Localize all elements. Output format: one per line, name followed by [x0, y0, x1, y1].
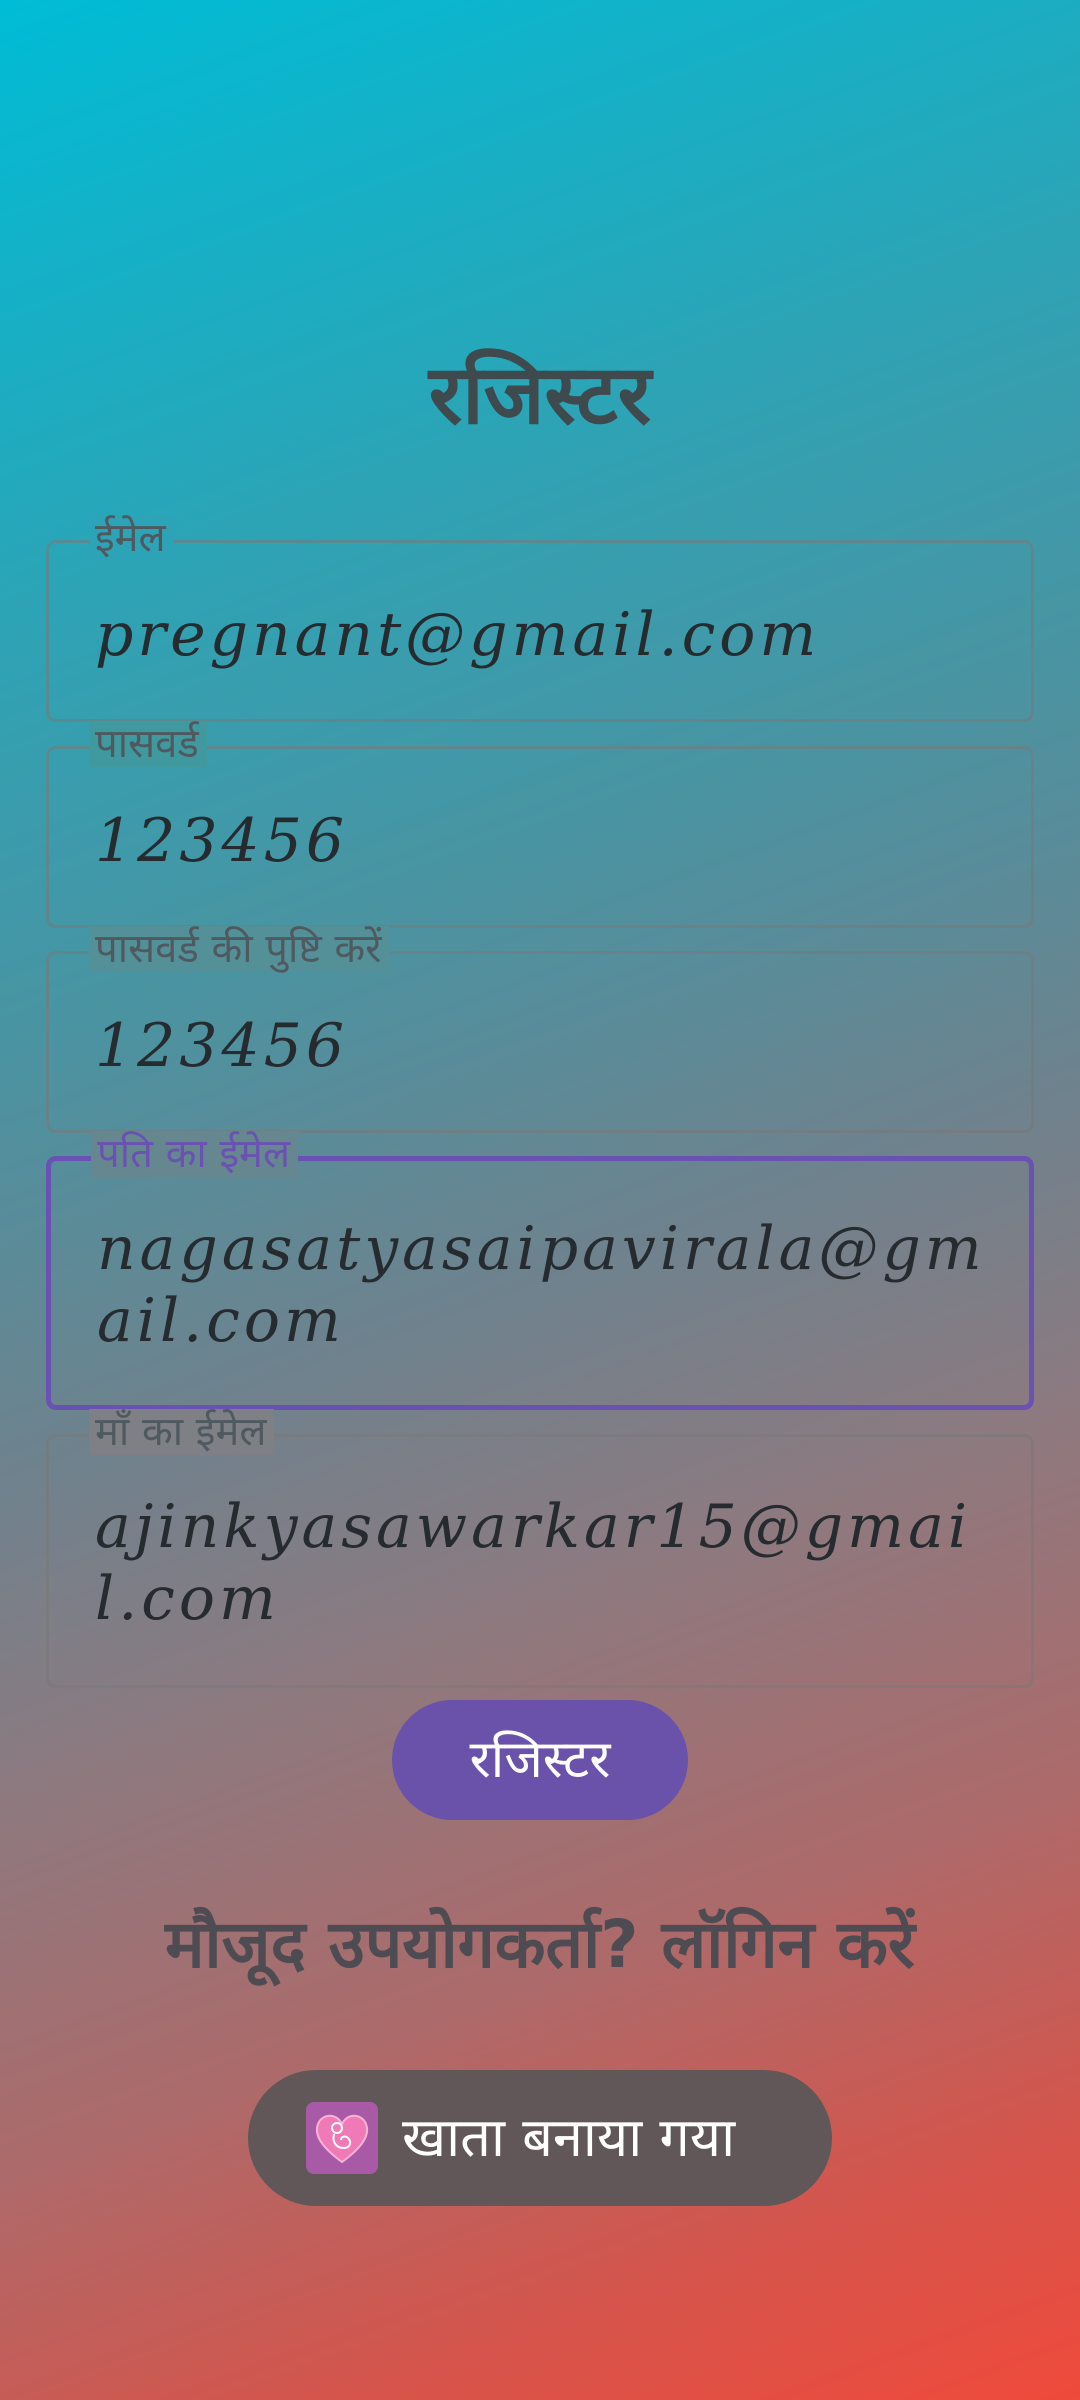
husband-email-field-label: पति का ईमेल	[91, 1131, 299, 1177]
login-link[interactable]: मौजूद उपयोगकर्ता? लॉगिन करें	[0, 1900, 1080, 1990]
confirm-password-field-value[interactable]: 123456	[95, 1010, 991, 1082]
mother-email-field-label: माँ का ईमेल	[89, 1409, 275, 1455]
mother-email-field[interactable]: माँ का ईमेल ajinkyasawarkar15@gmail.com	[46, 1409, 1034, 1688]
husband-email-field-value[interactable]: nagasatyasaipavirala@gmail.com	[97, 1213, 989, 1357]
password-field[interactable]: पासवर्ड 123456	[46, 721, 1034, 928]
register-button[interactable]: रजिस्टर	[392, 1700, 688, 1820]
toast-message: खाता बनाया गया	[402, 2106, 736, 2169]
email-field[interactable]: ईमेल pregnant@gmail.com	[46, 515, 1034, 722]
confirm-password-field-label: पासवर्ड की पुष्टि करें	[89, 926, 390, 972]
husband-email-field[interactable]: पति का ईमेल nagasatyasaipavirala@gmail.c…	[46, 1131, 1034, 1410]
email-field-label: ईमेल	[89, 515, 174, 561]
pregnancy-heart-app-icon	[306, 2102, 378, 2174]
confirm-password-field[interactable]: पासवर्ड की पुष्टि करें 123456	[46, 926, 1034, 1133]
toast-notification: खाता बनाया गया	[248, 2070, 832, 2206]
password-field-label: पासवर्ड	[89, 721, 207, 767]
page-title: रजिस्टर	[428, 348, 652, 443]
mother-email-field-value[interactable]: ajinkyasawarkar15@gmail.com	[95, 1491, 991, 1635]
password-field-value[interactable]: 123456	[95, 805, 991, 877]
email-field-value[interactable]: pregnant@gmail.com	[95, 599, 991, 671]
